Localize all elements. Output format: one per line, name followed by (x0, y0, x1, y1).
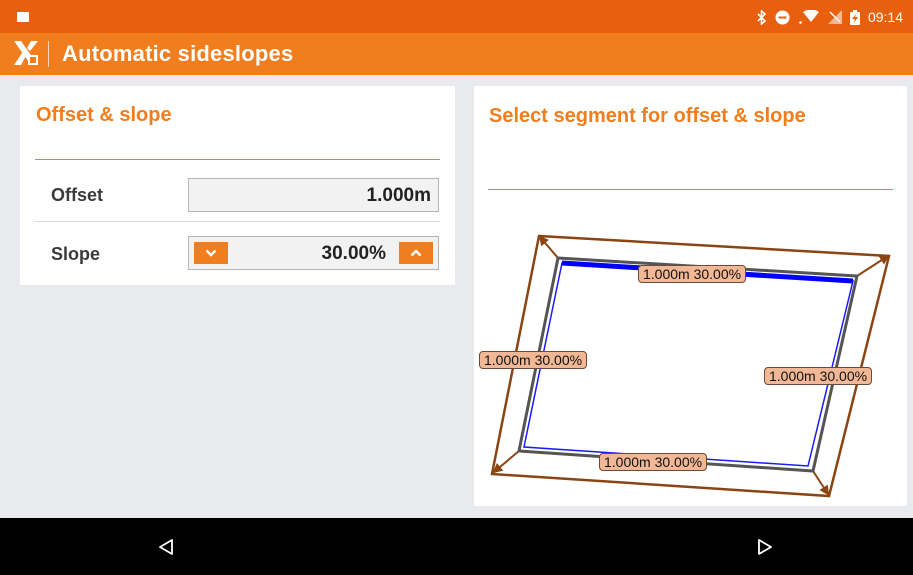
app-bar: Automatic sideslopes (0, 33, 913, 75)
navigation-bar (0, 518, 913, 575)
chevron-down-icon (205, 249, 217, 257)
corner-arrow-bottom-right (812, 470, 830, 496)
chevron-up-icon (410, 249, 422, 257)
slope-decrease-button[interactable] (194, 242, 228, 264)
clock: 09:14 (867, 9, 903, 25)
row-divider (35, 221, 440, 222)
forward-triangle-icon[interactable] (756, 538, 774, 556)
image-icon (17, 12, 29, 22)
slope-value: 30.00% (321, 243, 386, 264)
status-bar: 09:14 (0, 0, 913, 33)
segment-diagram[interactable] (474, 86, 907, 506)
app-bar-divider (48, 41, 49, 67)
slope-stepper[interactable]: 30.00% (188, 236, 439, 270)
corner-arrow-bottom-left (492, 450, 520, 474)
no-signal-icon (827, 10, 842, 24)
title-divider (35, 159, 440, 160)
page-title: Automatic sideslopes (62, 41, 294, 66)
segment-label-right[interactable]: 1.000m 30.00% (764, 367, 873, 385)
panel-title: Offset & slope (36, 104, 172, 126)
corner-arrow-top-right (856, 254, 890, 277)
segment-label-bottom[interactable]: 1.000m 30.00% (599, 453, 708, 471)
wifi-icon (799, 9, 819, 24)
app-logo-icon (14, 41, 38, 65)
status-icons: 09:14 (757, 9, 903, 25)
back-triangle-icon[interactable] (157, 538, 175, 556)
offset-value: 1.000m (366, 185, 431, 206)
battery-charging-icon (849, 9, 860, 25)
offset-slope-panel: Offset & slope Offset 1.000m Slope 30.00… (20, 86, 455, 285)
segment-selection-panel: Select segment for offset & slope 1.000m… (474, 86, 907, 506)
segment-label-left[interactable]: 1.000m 30.00% (479, 351, 588, 369)
slope-increase-button[interactable] (399, 242, 433, 264)
corner-arrow-top-left (538, 235, 559, 259)
offset-field[interactable]: 1.000m (188, 178, 439, 212)
segment-label-top[interactable]: 1.000m 30.00% (638, 265, 747, 283)
bluetooth-icon (757, 9, 767, 25)
do-not-disturb-icon (775, 10, 790, 24)
slope-label: Slope (51, 244, 101, 264)
offset-label: Offset (51, 185, 104, 205)
